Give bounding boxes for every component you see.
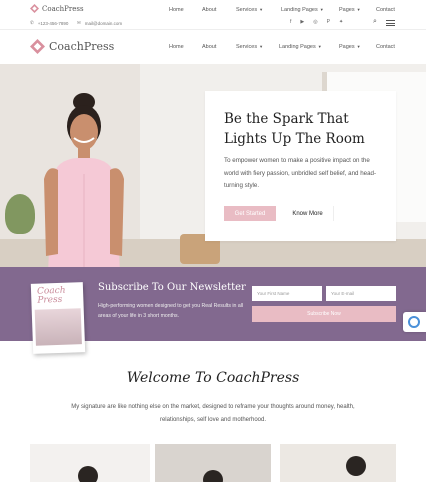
chevron-down-icon: ▼ — [356, 44, 361, 49]
chevron-down-icon: ▼ — [259, 7, 264, 12]
top-bar-logo[interactable]: CoachPress — [30, 4, 84, 13]
menu-icon[interactable] — [386, 20, 395, 26]
feature-image-2-person — [203, 470, 223, 482]
email-input[interactable]: Your E-mail — [326, 286, 396, 301]
top-nav-home[interactable]: Home — [169, 7, 184, 13]
nav-services-label: Services — [236, 44, 258, 50]
feature-image-3-person — [346, 456, 366, 476]
subscribe-button[interactable]: Subscribe Now — [252, 306, 396, 322]
hero-plant — [5, 194, 35, 234]
nav-landing-pages-label: Landing Pages — [279, 44, 316, 50]
ebook-title-line-2: Press — [37, 294, 63, 306]
top-nav-pages-label: Pages — [339, 7, 355, 13]
nav-pages-label: Pages — [339, 44, 355, 50]
nav-landing-pages[interactable]: Landing Pages ▼ — [279, 44, 322, 50]
chevron-down-icon: ▼ — [319, 7, 324, 12]
top-nav-contact[interactable]: Contact — [376, 7, 395, 13]
hero-card: Be the Spark That Lights Up The Room To … — [205, 91, 396, 241]
newsletter-text: High-performing women designed to get yo… — [98, 303, 244, 319]
nav-services[interactable]: Services ▼ — [236, 44, 263, 50]
feature-image-2[interactable] — [155, 444, 271, 482]
chevron-down-icon: ▼ — [259, 44, 264, 49]
top-phone-text: +123-456-7890 — [37, 20, 69, 26]
feature-image-1[interactable] — [30, 444, 150, 482]
twitter-icon[interactable]: ✦ — [339, 19, 343, 25]
top-email-text: mail@domain.com — [84, 20, 123, 26]
top-nav-about[interactable]: About — [202, 7, 216, 13]
newsletter-section: Coach Press Subscribe To Our Newsletter H… — [0, 267, 426, 354]
search-icon[interactable]: ⌕ — [373, 18, 377, 26]
top-nav-landing-label: Landing Pages — [281, 7, 318, 13]
site-logo[interactable]: CoachPress — [30, 39, 114, 54]
ebook-title: Coach Press — [37, 286, 66, 306]
top-email[interactable]: ✉ mail@domain.com — [77, 20, 122, 26]
hero-text: To empower women to make a positive impa… — [224, 157, 377, 189]
hero-section: Be the Spark That Lights Up The Room To … — [0, 64, 426, 267]
first-name-input[interactable]: Your First Name — [252, 286, 322, 301]
newsletter-title: Subscribe To Our Newsletter — [98, 282, 246, 293]
nav-home[interactable]: Home — [169, 44, 184, 50]
get-started-button[interactable]: Get Started — [224, 206, 276, 221]
main-header: CoachPress Home About Services ▼ Landing … — [0, 30, 426, 64]
chevron-down-icon: ▼ — [317, 44, 322, 49]
feature-image-1-person — [78, 466, 98, 482]
recaptcha-icon — [408, 316, 420, 328]
social-links: f ▶ ◎ P ✦ — [290, 19, 343, 25]
top-nav-pages[interactable]: Pages ▼ — [339, 7, 361, 13]
facebook-icon[interactable]: f — [290, 19, 291, 25]
know-more-button[interactable]: Know More — [282, 206, 334, 221]
welcome-text: My signature are like nothing else on th… — [71, 404, 355, 423]
ebook-cover: Coach Press — [30, 282, 86, 354]
phone-icon: ✆ — [30, 20, 34, 25]
nav-pages[interactable]: Pages ▼ — [339, 44, 361, 50]
hero-woman-image — [44, 93, 124, 267]
hero-title: Be the Spark That Lights Up The Room — [224, 111, 365, 147]
top-bar-brand: CoachPress — [42, 4, 84, 13]
youtube-icon[interactable]: ▶ — [300, 19, 304, 25]
instagram-icon[interactable]: ◎ — [313, 19, 317, 25]
recaptcha-badge[interactable] — [403, 312, 426, 332]
site-brand-name: CoachPress — [49, 40, 115, 53]
ebook-image — [34, 308, 82, 346]
top-nav-services[interactable]: Services ▼ — [236, 7, 263, 13]
nav-contact[interactable]: Contact — [376, 44, 395, 50]
top-nav-services-label: Services — [236, 7, 258, 13]
feature-image-3[interactable] — [280, 444, 396, 482]
top-nav-landing[interactable]: Landing Pages ▼ — [281, 7, 324, 13]
pinterest-icon[interactable]: P — [327, 19, 330, 25]
welcome-title: Welcome To CoachPress — [126, 370, 300, 386]
chevron-down-icon: ▼ — [356, 7, 361, 12]
top-phone[interactable]: ✆ +123-456-7890 — [30, 20, 68, 26]
nav-about[interactable]: About — [202, 44, 216, 50]
logo-icon — [30, 4, 39, 13]
logo-icon — [30, 39, 45, 54]
mail-icon: ✉ — [77, 20, 81, 25]
top-bar: CoachPress Home About Services ▼ Landing … — [0, 0, 426, 30]
